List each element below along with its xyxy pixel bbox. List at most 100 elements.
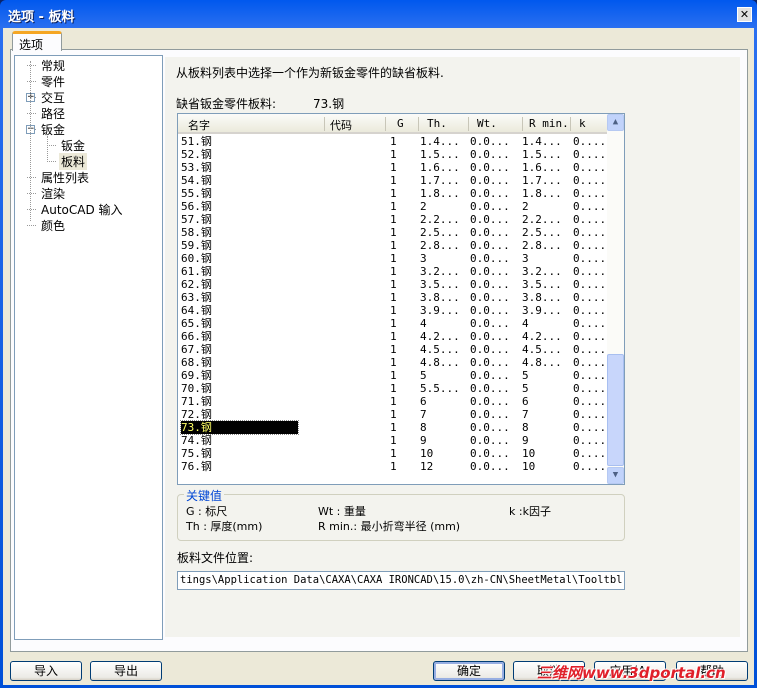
table-cell: 0.0... (470, 135, 510, 148)
options-tree[interactable]: 常规 零件 + 交互 路径 − 钣金 钣金 板料 属性列表 渲染 AutoCAD 输入 颜色 (14, 55, 163, 640)
table-cell: 58.钢 (181, 226, 212, 239)
table-cell: 0.0... (470, 291, 510, 304)
table-cell: 1 (390, 343, 397, 356)
table-row[interactable]: 65.钢 1 4 0.0... 4 0.... (178, 317, 608, 330)
scroll-up-icon[interactable]: ▲ (607, 114, 624, 131)
table-row[interactable]: 68.钢 1 4.8... 0.0... 4.8... 0.... (178, 356, 608, 369)
table-row[interactable]: 63.钢 1 3.8... 0.0... 3.8... 0.... (178, 291, 608, 304)
table-row[interactable]: 57.钢 1 2.2... 0.0... 2.2... 0.... (178, 213, 608, 226)
key-values-group: 关键值 G : 标尺 Wt : 重量 k :k因子 Th : 厚度(mm) R … (177, 487, 625, 541)
table-row[interactable]: 62.钢 1 3.5... 0.0... 3.5... 0.... (178, 278, 608, 291)
scroll-down-icon[interactable]: ▼ (607, 467, 624, 484)
table-cell: 72.钢 (181, 408, 212, 421)
table-cell: 1.7... (420, 174, 460, 187)
table-row[interactable]: 59.钢 1 2.8... 0.0... 2.8... 0.... (178, 239, 608, 252)
column-header[interactable]: Wt. (469, 117, 523, 131)
column-header[interactable]: 名字 (180, 117, 325, 132)
table-cell: 9 (420, 434, 427, 447)
tree-item[interactable]: 板料 (59, 153, 88, 170)
table-row[interactable]: 53.钢 1 1.6... 0.0... 1.6... 0.... (178, 161, 608, 174)
table-cell: 0.... (573, 278, 607, 291)
table-row[interactable]: 74.钢 1 9 0.0... 9 0.... (178, 434, 608, 447)
table-cell: 4 (420, 317, 427, 330)
table-row[interactable]: 56.钢 1 2 0.0... 2 0.... (178, 200, 608, 213)
table-row[interactable]: 55.钢 1 1.8... 0.0... 1.8... 0.... (178, 187, 608, 200)
file-path-field[interactable]: tings\Application Data\CAXA\CAXA IRONCAD… (177, 571, 625, 590)
table-row[interactable]: 58.钢 1 2.5... 0.0... 2.5... 0.... (178, 226, 608, 239)
tab-options[interactable]: 选项 (12, 31, 62, 52)
table-cell: 1 (390, 382, 397, 395)
tree-connector (27, 177, 36, 178)
table-cell: 1.4... (420, 135, 460, 148)
table-cell: 1 (390, 213, 397, 226)
table-row[interactable]: 71.钢 1 6 0.0... 6 0.... (178, 395, 608, 408)
table-cell: 57.钢 (181, 213, 212, 226)
export-button[interactable]: 导出 (90, 661, 162, 681)
table-cell: 64.钢 (181, 304, 212, 317)
table-cell: 0.0... (470, 421, 510, 434)
tree-connector (27, 209, 36, 210)
tree-item[interactable]: AutoCAD 输入 (39, 201, 125, 218)
table-cell: 0.0... (470, 447, 510, 460)
table-cell: 1.5... (420, 148, 460, 161)
tree-item[interactable]: 属性列表 (39, 169, 91, 186)
table-row[interactable]: 76.钢 1 12 0.0... 10 0.... (178, 460, 608, 473)
table-cell: 0.... (573, 226, 607, 239)
instruction-text: 从板料列表中选择一个作为新钣金零件的缺省板料. (176, 66, 444, 80)
table-row[interactable]: 60.钢 1 3 0.0... 3 0.... (178, 252, 608, 265)
table-row[interactable]: 51.钢 1 1.4... 0.0... 1.4... 0.... (178, 135, 608, 148)
table-cell: 63.钢 (181, 291, 212, 304)
column-header[interactable]: R min. (521, 117, 571, 131)
column-header[interactable]: Th. (419, 117, 469, 131)
tree-item[interactable]: 交互 (39, 89, 67, 106)
vertical-scrollbar[interactable]: ▲ ▼ (607, 114, 624, 484)
material-list[interactable]: 名字 代码 G Th. Wt. R min. k 51.钢 1 1.4... 0.0... 1.4.… (177, 113, 625, 485)
table-row[interactable]: 73.钢 1 8 0.0... 8 0.... (178, 420, 608, 435)
table-cell: 4.2... (522, 330, 562, 343)
table-row[interactable]: 75.钢 1 10 0.0... 10 0.... (178, 447, 608, 460)
scroll-thumb[interactable] (607, 354, 624, 466)
column-header[interactable]: 代码 (328, 117, 386, 132)
column-header[interactable]: G (389, 117, 419, 131)
tree-line (47, 136, 48, 162)
table-cell: 0.... (573, 369, 607, 382)
tree-item[interactable]: 钣金 (39, 121, 67, 138)
import-button[interactable]: 导入 (10, 661, 82, 681)
table-cell: 0.... (573, 161, 607, 174)
tree-item[interactable]: 渲染 (39, 185, 67, 202)
table-cell: 0.0... (470, 252, 510, 265)
table-cell: 0.... (573, 317, 607, 330)
table-cell: 0.0... (470, 408, 510, 421)
table-row[interactable]: 66.钢 1 4.2... 0.0... 4.2... 0.... (178, 330, 608, 343)
tree-item[interactable]: 路径 (39, 105, 67, 122)
table-cell: 3.8... (522, 291, 562, 304)
table-cell: 5.5... (420, 382, 460, 395)
table-cell: 0.... (573, 213, 607, 226)
table-cell: 1 (390, 161, 397, 174)
key-th: Th : 厚度(mm) (186, 520, 263, 533)
tree-item[interactable]: 常规 (39, 57, 67, 74)
close-button[interactable]: ✕ (737, 7, 752, 22)
table-row[interactable]: 69.钢 1 5 0.0... 5 0.... (178, 369, 608, 382)
table-cell: 5 (420, 369, 427, 382)
tree-item[interactable]: 颜色 (39, 217, 67, 234)
table-row[interactable]: 64.钢 1 3.9... 0.0... 3.9... 0.... (178, 304, 608, 317)
tree-item[interactable]: 钣金 (59, 137, 87, 154)
table-row[interactable]: 54.钢 1 1.7... 0.0... 1.7... 0.... (178, 174, 608, 187)
table-cell: 55.钢 (181, 187, 212, 200)
tree-item[interactable]: 零件 (39, 73, 67, 90)
table-cell: 0.0... (470, 369, 510, 382)
table-cell: 3.2... (420, 265, 460, 278)
table-cell: 1 (390, 434, 397, 447)
table-row[interactable]: 72.钢 1 7 0.0... 7 0.... (178, 408, 608, 421)
table-cell: 2.5... (522, 226, 562, 239)
column-header[interactable]: k (571, 117, 611, 131)
table-cell: 0.0... (470, 200, 510, 213)
table-row[interactable]: 67.钢 1 4.5... 0.0... 4.5... 0.... (178, 343, 608, 356)
table-row[interactable]: 61.钢 1 3.2... 0.0... 3.2... 0.... (178, 265, 608, 278)
ok-button[interactable]: 确定 (433, 661, 505, 681)
table-row[interactable]: 52.钢 1 1.5... 0.0... 1.5... 0.... (178, 148, 608, 161)
table-cell: 0.... (573, 200, 607, 213)
table-row[interactable]: 70.钢 1 5.5... 0.0... 5 0.... (178, 382, 608, 395)
table-cell: 1 (390, 330, 397, 343)
